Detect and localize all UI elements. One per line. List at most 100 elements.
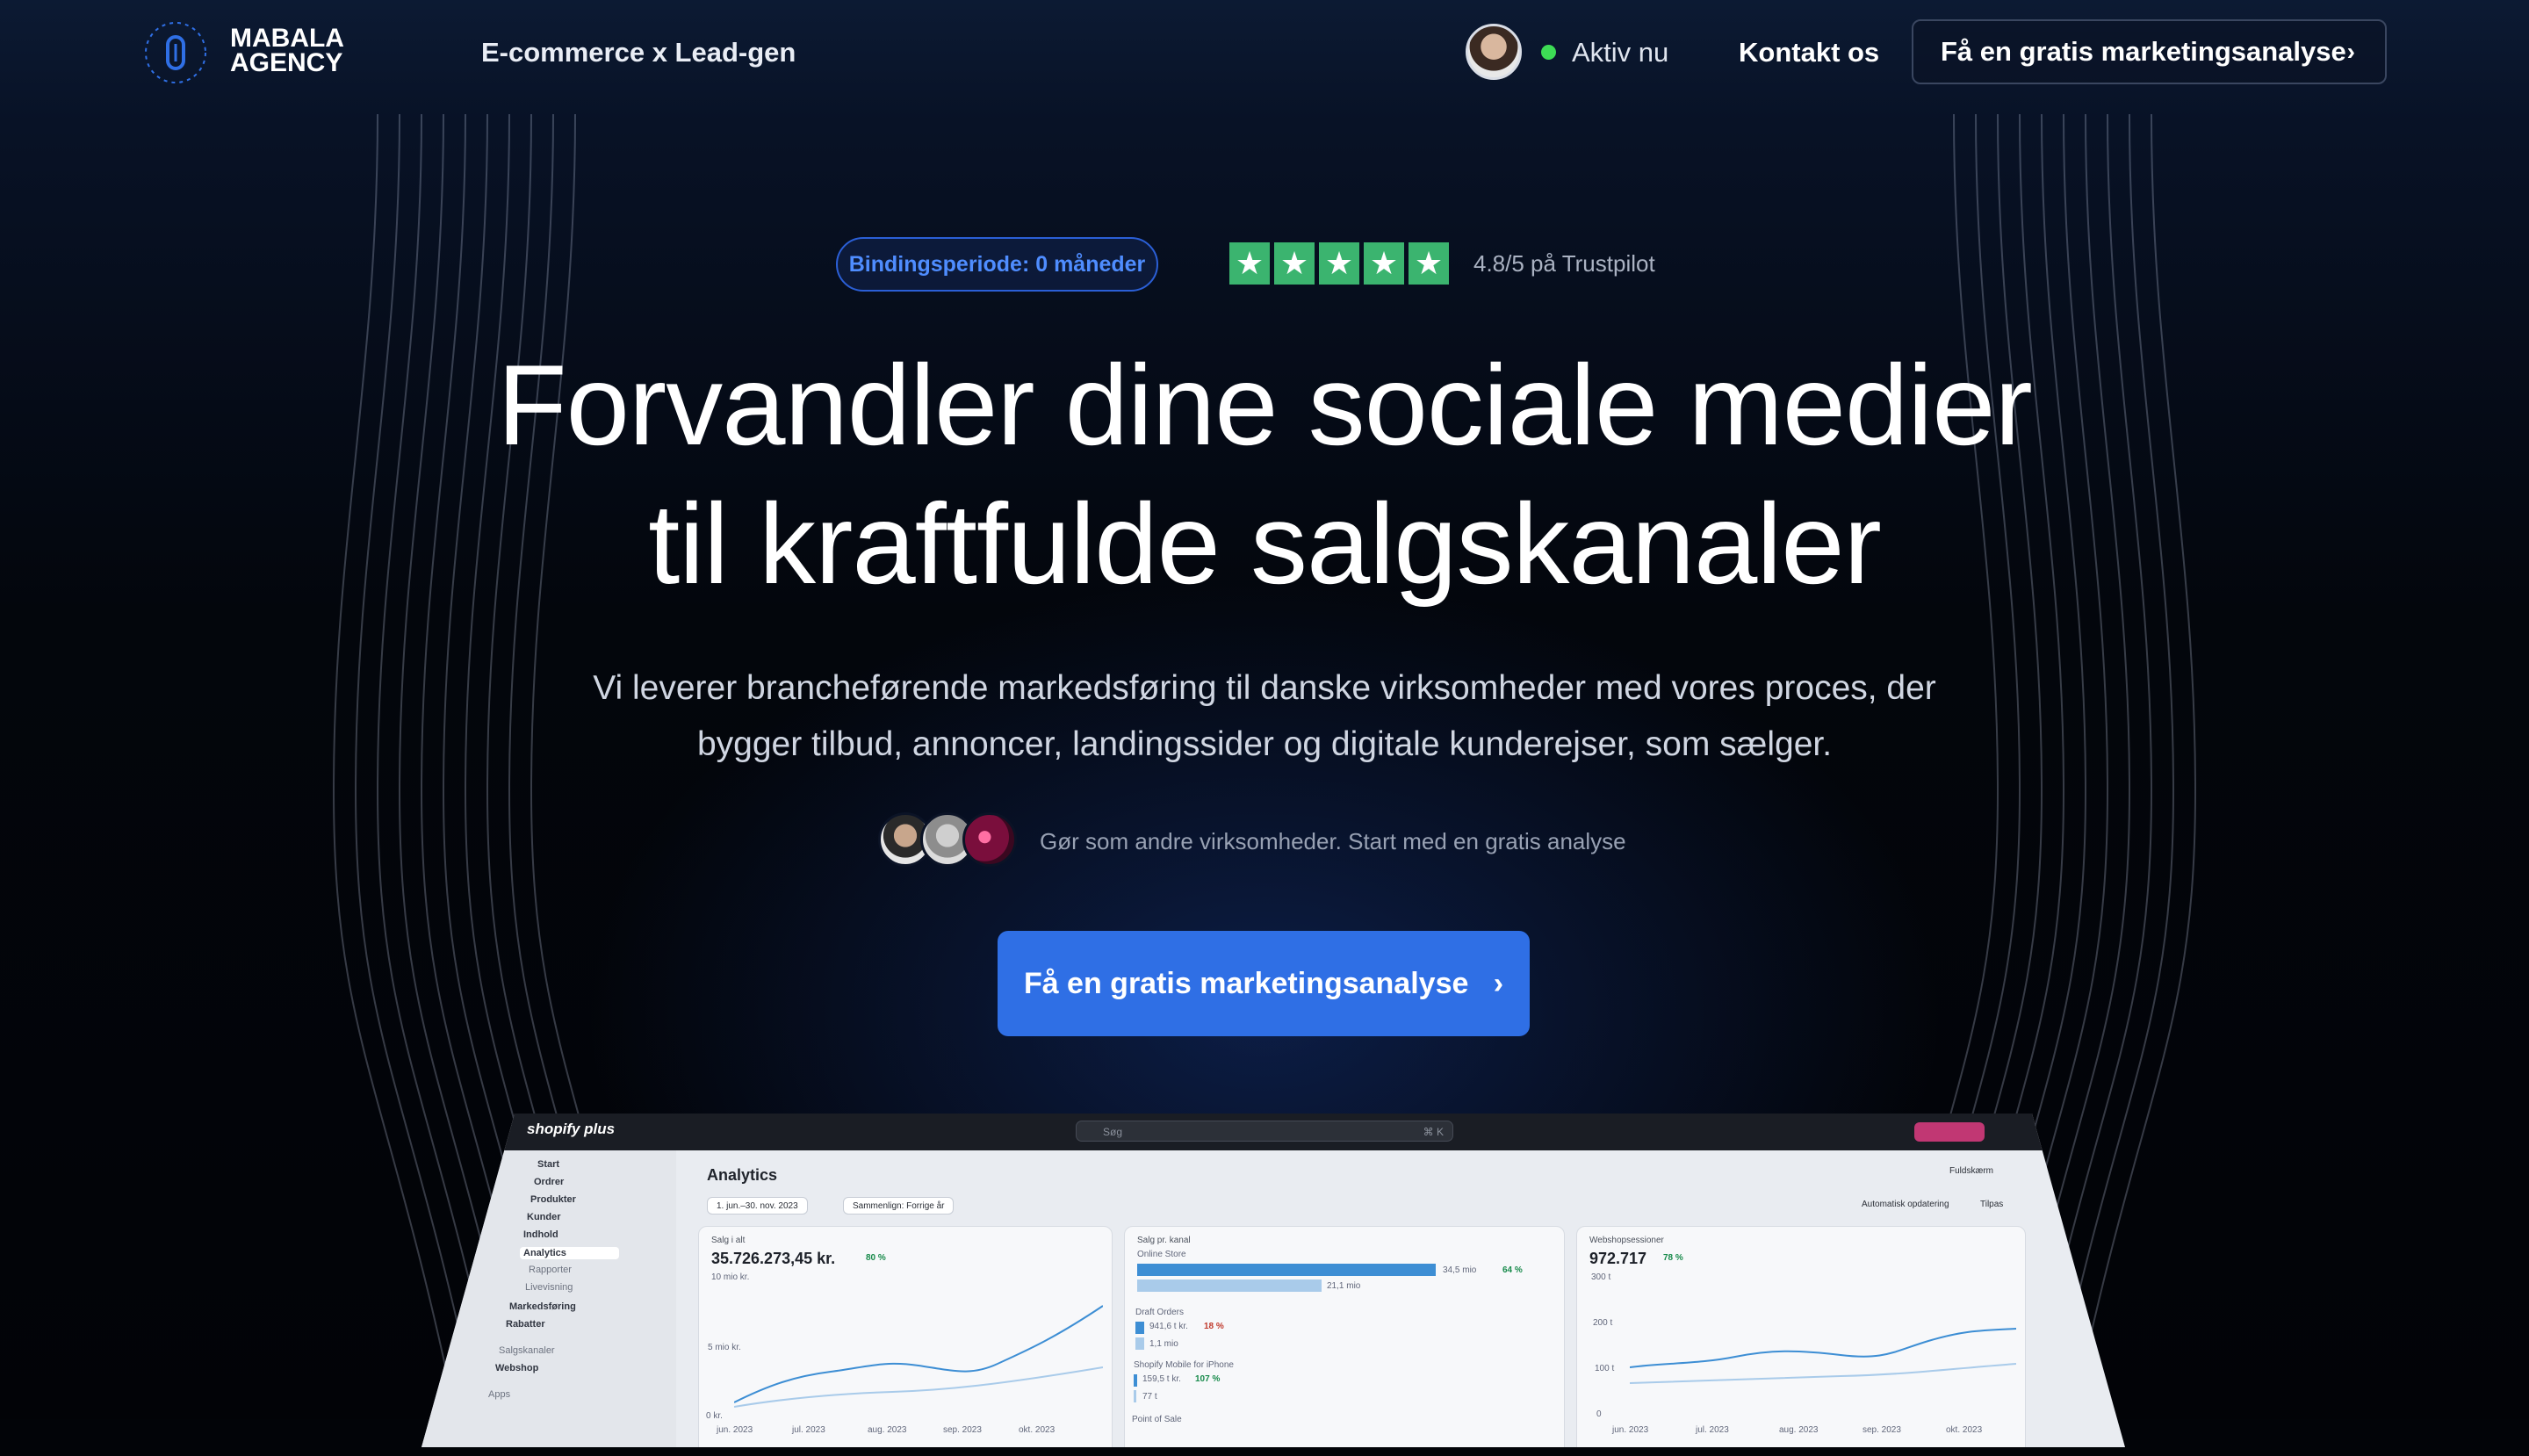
sidebar-item-content[interactable]: Indhold — [523, 1229, 558, 1240]
dashboard-search-placeholder: Søg — [1103, 1126, 1123, 1138]
channel-bar-previous — [1135, 1337, 1144, 1350]
y-label: 100 t — [1595, 1364, 1615, 1373]
dashboard-topbar: shopify plus Søg ⌘ K — [422, 1114, 2125, 1150]
channel-previous: 21,1 mio — [1327, 1281, 1361, 1291]
hero-subtitle-line-1: Vi leverer brancheførende markedsføring … — [593, 669, 1936, 707]
channel-delta: 64 % — [1502, 1265, 1523, 1275]
channel-previous: 1,1 mio — [1149, 1339, 1178, 1349]
sidebar-item-discounts[interactable]: Rabatter — [506, 1319, 545, 1330]
hero-cta-label: Få en gratis marketingsanalyse — [1023, 967, 1469, 1000]
dashboard-preview: shopify plus Søg ⌘ K Start Ordrer Produk… — [422, 1114, 2125, 1447]
header-tagline: E-commerce x Lead-gen — [481, 37, 796, 68]
x-label: aug. 2023 — [1779, 1425, 1819, 1435]
shopify-logo: shopify plus — [527, 1121, 616, 1137]
channel-label: Point of Sale — [1132, 1415, 1182, 1424]
sidebar-item-analytics[interactable]: Analytics — [520, 1247, 619, 1259]
sales-line-chart — [734, 1305, 1103, 1408]
date-range-picker[interactable]: 1. jun.–30. nov. 2023 — [707, 1197, 808, 1215]
dashboard-sidebar: Start Ordrer Produkter Kunder Indhold An… — [422, 1150, 676, 1447]
sidebar-item-reports[interactable]: Rapporter — [529, 1265, 572, 1275]
star-icon: ★ — [1274, 242, 1315, 285]
sidebar-item-live-view[interactable]: Livevisning — [525, 1282, 573, 1293]
card-delta: 78 % — [1663, 1253, 1683, 1263]
hero-title: Forvandler dine sociale medier til kraft… — [0, 335, 2529, 613]
sidebar-item-orders[interactable]: Ordrer — [534, 1177, 564, 1187]
x-label: okt. 2023 — [1946, 1425, 1983, 1435]
channel-bar — [1135, 1322, 1144, 1334]
search-shortcut: ⌘ K — [1423, 1126, 1444, 1138]
header-cta-label: Få en gratis marketingsanalyse — [1941, 36, 2346, 67]
auto-update-toggle[interactable]: Automatisk opdatering — [1862, 1200, 1949, 1209]
card-delta: 80 % — [866, 1253, 886, 1263]
y-label: 300 t — [1591, 1272, 1611, 1282]
x-label: sep. 2023 — [943, 1425, 982, 1435]
sidebar-item-marketing[interactable]: Markedsføring — [509, 1301, 576, 1312]
sidebar-item-start[interactable]: Start — [537, 1159, 559, 1170]
webshop-sessions-card: Webshopsessioner 972.717 78 % 300 t 200 … — [1576, 1226, 2026, 1447]
chevron-right-icon: › — [1476, 967, 1504, 1000]
logo-line-1: MABALA — [230, 24, 344, 53]
sidebar-item-webshop[interactable]: Webshop — [495, 1363, 538, 1373]
fullscreen-button[interactable]: Fuldskærm — [1949, 1166, 1993, 1176]
channel-label: Online Store — [1137, 1250, 1186, 1259]
hero-subtitle-line-2: bygger tilbud, annoncer, landingssider o… — [696, 725, 1833, 763]
card-value: 972.717 — [1589, 1250, 1647, 1267]
y-label: 0 — [1596, 1409, 1602, 1419]
team-avatar — [1466, 24, 1522, 80]
hero-subtitle: Vi leverer brancheførende markedsføring … — [562, 660, 1967, 773]
star-icon: ★ — [1319, 242, 1359, 285]
social-proof-text: Gør som andre virksomheder. Start med en… — [1040, 828, 1626, 854]
logo-mark-icon[interactable] — [140, 18, 211, 88]
channel-bar-previous — [1137, 1279, 1322, 1292]
x-label: sep. 2023 — [1863, 1425, 1901, 1435]
star-icon: ★ — [1409, 242, 1449, 285]
dashboard-search[interactable]: Søg ⌘ K — [1076, 1121, 1453, 1142]
channel-delta: 107 % — [1195, 1374, 1221, 1384]
hero-title-line-1: Forvandler dine sociale medier — [497, 341, 2033, 469]
binding-period-badge: Bindingsperiode: 0 måneder — [836, 237, 1158, 292]
sales-per-channel-card: Salg pr. kanal Online Store 34,5 mio 64 … — [1124, 1226, 1565, 1447]
channel-label: Shopify Mobile for iPhone — [1134, 1360, 1234, 1370]
x-label: aug. 2023 — [868, 1425, 907, 1435]
site-header: MABALA AGENCY E-commerce x Lead-gen Akti… — [0, 0, 2529, 110]
card-title: Salg pr. kanal — [1137, 1236, 1191, 1245]
channel-value: 941,6 t kr. — [1149, 1322, 1188, 1331]
hero-title-line-2: til kraftfulde salgskanaler — [648, 479, 1882, 608]
channel-previous: 77 t — [1142, 1392, 1157, 1402]
sidebar-section-sales-channels: Salgskanaler — [499, 1345, 555, 1356]
online-status-icon — [1541, 45, 1556, 60]
channel-bar — [1137, 1264, 1436, 1276]
card-title: Webshopsessioner — [1589, 1236, 1664, 1245]
sidebar-item-products[interactable]: Produkter — [530, 1194, 576, 1205]
customer-avatars — [878, 812, 1017, 870]
status-label: Aktiv nu — [1572, 37, 1669, 68]
contact-link[interactable]: Kontakt os — [1739, 37, 1879, 68]
dashboard-screen: shopify plus Søg ⌘ K Start Ordrer Produk… — [422, 1114, 2125, 1447]
chevron-right-icon: › — [2346, 38, 2355, 65]
sessions-line-chart — [1630, 1328, 2016, 1384]
card-title: Salg i alt — [711, 1236, 746, 1245]
header-cta-button[interactable]: Få en gratis marketingsanalyse › — [1912, 19, 2387, 84]
channel-delta: 18 % — [1204, 1322, 1224, 1331]
hero-cta-button[interactable]: Få en gratis marketingsanalyse › — [998, 931, 1530, 1036]
trustpilot-stars: ★ ★ ★ ★ ★ — [1229, 242, 1449, 286]
avatar — [962, 812, 1017, 867]
sidebar-item-customers[interactable]: Kunder — [527, 1212, 561, 1222]
analytics-title: Analytics — [707, 1166, 778, 1184]
star-icon: ★ — [1229, 242, 1270, 285]
star-icon: ★ — [1364, 242, 1404, 285]
channel-bar-previous — [1134, 1390, 1136, 1402]
x-label: okt. 2023 — [1019, 1425, 1056, 1435]
x-label: jul. 2023 — [792, 1425, 825, 1435]
channel-bar — [1134, 1374, 1137, 1387]
trustpilot-rating: 4.8/5 på Trustpilot — [1473, 250, 1655, 277]
logo-line-2: AGENCY — [230, 48, 343, 77]
store-account-button[interactable] — [1914, 1122, 1985, 1142]
customize-button[interactable]: Tilpas — [1980, 1200, 2003, 1209]
channel-value: 159,5 t kr. — [1142, 1374, 1181, 1384]
logo-wordmark[interactable]: MABALA AGENCY — [230, 24, 344, 77]
card-value: 35.726.273,45 kr. — [711, 1250, 836, 1267]
y-label: 200 t — [1593, 1318, 1613, 1328]
compare-picker[interactable]: Sammenlign: Forrige år — [843, 1197, 955, 1215]
x-label: jun. 2023 — [1612, 1425, 1649, 1435]
